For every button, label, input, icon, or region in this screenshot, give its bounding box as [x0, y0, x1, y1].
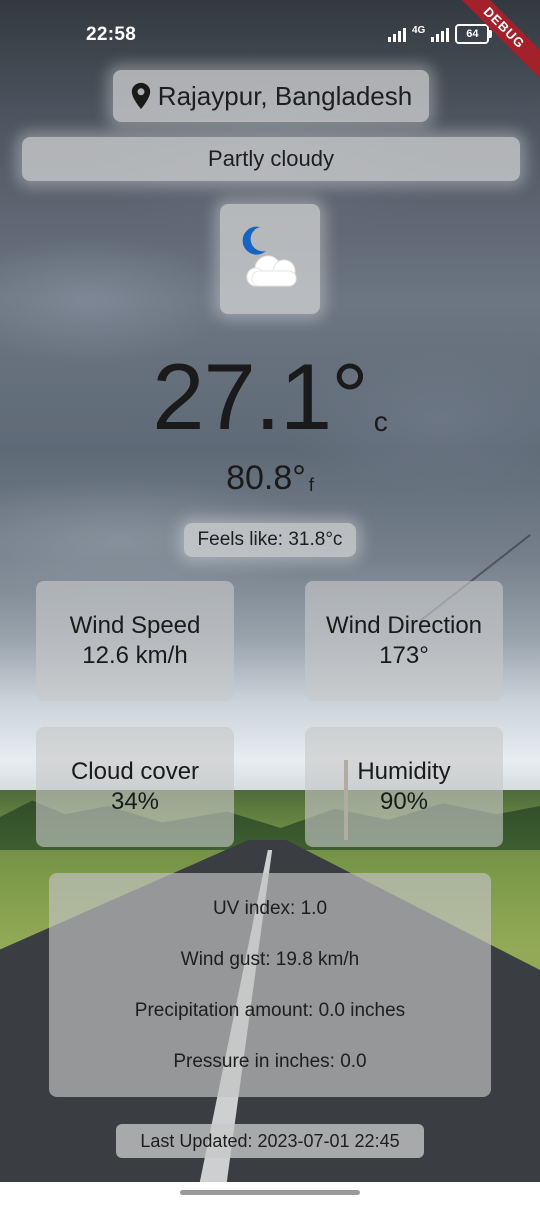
weather-screen: 22:58 4G 64 DEBUG Rajaypur, Bangladesh P… [0, 0, 540, 1206]
humidity-tile: Humidity 90% [305, 727, 503, 847]
signal-icon [388, 26, 406, 42]
humidity-label: Humidity [357, 758, 451, 785]
navigation-bar [0, 1182, 540, 1206]
temperature-celsius: 27.1° c [0, 342, 540, 452]
details-panel: UV index: 1.0 Wind gust: 19.8 km/h Preci… [49, 873, 491, 1097]
battery-level: 64 [466, 28, 479, 40]
wind-speed-value: 12.6 km/h [82, 642, 188, 669]
cloud-cover-value: 34% [110, 788, 160, 815]
signal-icon-secondary [431, 26, 450, 42]
condition-bar: Partly cloudy [22, 137, 520, 181]
humidity-value: 90% [379, 788, 429, 815]
status-bar: 22:58 4G 64 DEBUG [0, 0, 540, 85]
location-name: Rajaypur, Bangladesh [157, 80, 413, 111]
home-gesture-handle[interactable] [180, 1190, 360, 1195]
wind-direction-tile: Wind Direction 173° [305, 581, 503, 701]
network-type-label: 4G [412, 24, 426, 36]
temperature-fahrenheit: 80.8° f [0, 456, 540, 500]
wind-direction-value: 173° [379, 642, 429, 669]
temperature-celsius-unit: c [373, 406, 388, 437]
cloud-cover-label: Cloud cover [70, 758, 200, 785]
precipitation-text: Precipitation amount: 0.0 inches [134, 999, 406, 1021]
moon-cloud-icon [242, 226, 297, 287]
wind-speed-tile: Wind Speed 12.6 km/h [36, 581, 234, 701]
temperature-fahrenheit-unit: f [308, 475, 314, 495]
uv-index-text: UV index: 1.0 [212, 897, 328, 919]
pressure-text: Pressure in inches: 0.0 [173, 1050, 367, 1072]
status-time: 22:58 [86, 24, 137, 45]
wind-speed-label: Wind Speed [69, 612, 201, 639]
feels-like-text: Feels like: 31.8°c [197, 529, 343, 550]
location-pin-icon [131, 82, 150, 110]
temperature-celsius-value: 27.1° [152, 344, 369, 449]
wind-gust-text: Wind gust: 19.8 km/h [180, 948, 360, 970]
battery-icon: 64 [455, 24, 493, 44]
location-pill: Rajaypur, Bangladesh [113, 70, 429, 122]
status-icons: 4G 64 [388, 24, 493, 44]
feels-like-pill: Feels like: 31.8°c [184, 523, 356, 557]
last-updated-pill: Last Updated: 2023-07-01 22:45 [116, 1124, 424, 1158]
condition-text: Partly cloudy [208, 146, 334, 171]
weather-icon-box [220, 204, 320, 314]
cloud-cover-tile: Cloud cover 34% [36, 727, 234, 847]
last-updated-text: Last Updated: 2023-07-01 22:45 [140, 1130, 400, 1151]
temperature-fahrenheit-value: 80.8° [226, 459, 306, 497]
wind-direction-label: Wind Direction [325, 612, 483, 639]
